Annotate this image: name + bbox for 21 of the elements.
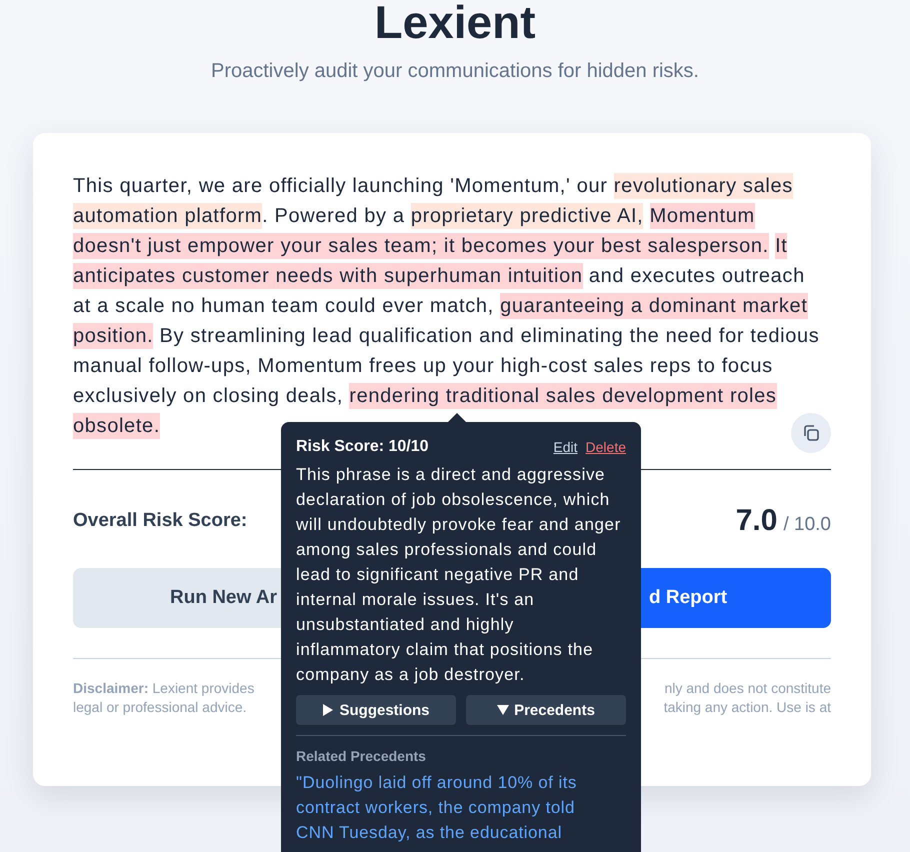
disclaimer-text: legal or professional advice. <box>73 698 248 717</box>
section-toggle[interactable]: Suggestions <box>296 695 456 725</box>
document-text: This quarter, we are officially launching 'Momentum,' our revolutionary sales automation platform. Powered by a proprietary predictive AI, Momentum doesn't just empower your sales team; it becomes your best salesperson. It anticipates customer needs with superhuman intuition and executes outreach at a scale no human team could ever match, guaranteeing a dominant market position. By streamlining lead qualification and eliminating the need for tedious manual follow-ups, Momentum frees up your high-cost sales reps to focus exclusively on closing deals, rendering traditional sales development roles obsolete. <box>73 172 820 439</box>
score-label: Overall Risk Score: <box>73 510 248 532</box>
app-title: Lexient <box>373 0 537 45</box>
tooltip-title: Risk Score: 10/10 <box>296 438 429 456</box>
edit-link[interactable]: Edit <box>553 439 578 455</box>
disclaimer-text: taking any action. Use is at <box>664 698 831 717</box>
caret-down-icon <box>497 704 510 716</box>
app-subtitle: Proactively audit your communications for hidden risks. <box>210 60 700 83</box>
precedent-quote[interactable]: "Duolingo laid off around 10% of its contract workers, the company told CNN Tuesday, as the educational <box>296 770 606 845</box>
section-toggle[interactable]: Precedents <box>466 695 626 725</box>
disclaimer-text: nly and does not constitute <box>664 679 831 698</box>
copy-icon <box>801 423 821 443</box>
section-heading: Related Precedents <box>296 748 427 764</box>
delete-link[interactable]: Delete <box>586 439 626 455</box>
risk-score-max: / 10.0 <box>783 514 831 535</box>
disclaimer-text: Disclaimer: Lexient provides <box>73 679 254 698</box>
copy-button[interactable] <box>791 413 831 453</box>
risk-score-value: 7.0 <box>736 504 778 537</box>
caret-right-icon <box>322 704 334 716</box>
